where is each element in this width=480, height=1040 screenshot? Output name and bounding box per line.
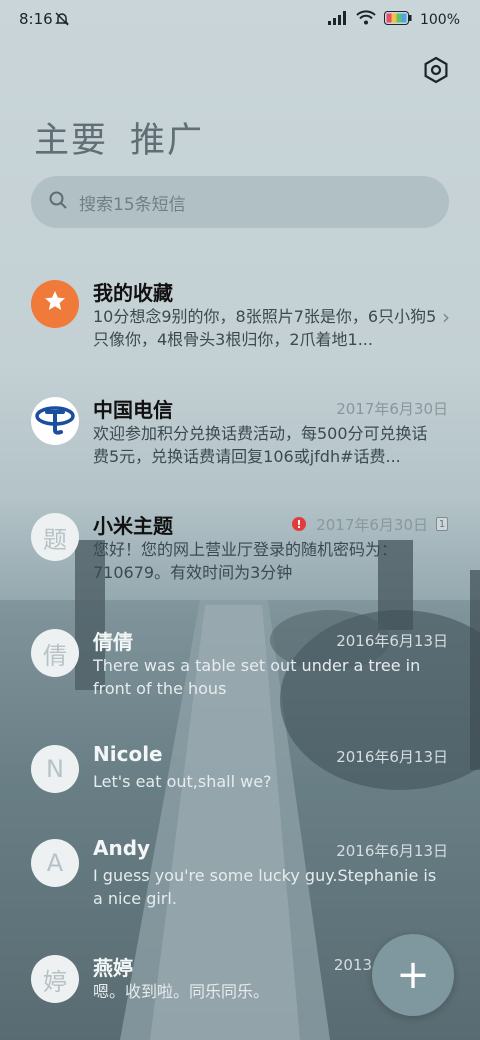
message-date: 2016年6月13日	[336, 748, 448, 766]
sim-badge: 1	[436, 517, 448, 531]
plus-icon: +	[396, 952, 430, 998]
avatar-text: N	[46, 755, 64, 783]
settings-hexagon-icon	[420, 56, 452, 90]
conversation-china-telecom[interactable]: 中国电信 2017年6月30日 欢迎参加积分兑换话费活动，每500分可兑换话费5…	[0, 394, 480, 494]
chevron-right-icon: ›	[442, 305, 450, 329]
message-preview: 您好！您的网上营业厅登录的随机密码为：710679。有效时间为3分钟	[93, 540, 398, 582]
avatar-text: A	[46, 849, 64, 877]
status-time: 8:16	[19, 10, 53, 28]
contact-name: Nicole	[93, 742, 163, 766]
search-icon	[49, 191, 67, 213]
status-indicators: 100%	[327, 10, 460, 29]
message-preview: 欢迎参加积分兑换话费活动，每500分可兑换话费5元，兑换话费请回复106或jfd…	[93, 424, 428, 466]
message-preview: I guess you're some lucky guy.Stephanie …	[93, 866, 437, 908]
settings-button[interactable]	[420, 54, 452, 86]
folder-tabs: 主要 推广	[34, 112, 204, 163]
message-date: 2017年6月30日	[336, 400, 448, 418]
send-failed-warning-icon: !	[292, 517, 306, 531]
china-telecom-logo-icon	[33, 396, 77, 446]
avatar: N	[31, 745, 79, 793]
search-placeholder: 搜索15条短信	[79, 194, 186, 215]
contact-name: Andy	[93, 836, 151, 860]
avatar: A	[31, 839, 79, 887]
avatar	[31, 280, 79, 328]
contact-name: 我的收藏	[93, 281, 173, 305]
message-date: 2013	[333, 956, 372, 974]
contact-name: 燕婷	[93, 956, 133, 980]
message-date: 2016年6月13日	[336, 632, 448, 650]
conversation-qianqian[interactable]: 倩 倩倩 2016年6月13日 There was a table set ou…	[0, 626, 480, 726]
message-preview: There was a table set out under a tree i…	[93, 656, 421, 698]
tab-promotions[interactable]: 推广	[130, 112, 204, 163]
status-bar: 8:16 100%	[0, 0, 480, 40]
contact-name: 倩倩	[93, 630, 133, 654]
conversation-favorites[interactable]: 我的收藏 10分想念9别的你，8张照片7张是你，6只小狗5只像你，4根骨头3根归…	[0, 277, 480, 377]
conversation-xiaomi-themes[interactable]: 题 小米主题 ! 2017年6月30日 1 您好！您的网上营业厅登录的随机密码为…	[0, 510, 480, 610]
avatar: 题	[31, 513, 79, 561]
conversation-andy[interactable]: A Andy 2016年6月13日 I guess you're some lu…	[0, 836, 480, 936]
avatar-text: 倩	[43, 641, 67, 670]
tab-primary[interactable]: 主要	[34, 112, 108, 163]
star-icon	[43, 289, 67, 319]
signal-icon	[327, 10, 348, 29]
contact-name: 小米主题	[93, 514, 173, 538]
message-preview: 10分想念9别的你，8张照片7张是你，6只小狗5只像你，4根骨头3根归你，2爪着…	[93, 307, 437, 349]
new-message-button[interactable]: +	[372, 934, 454, 1016]
message-date: 2016年6月13日	[336, 842, 448, 860]
wifi-icon	[356, 10, 376, 29]
message-preview: Let's eat out,shall we?	[93, 772, 272, 791]
message-date: 2017年6月30日	[316, 516, 428, 534]
avatar	[31, 397, 79, 445]
avatar-text: 题	[43, 525, 67, 554]
mute-bell-icon	[54, 11, 70, 31]
battery-icon	[383, 10, 412, 29]
avatar-text: 婷	[43, 967, 67, 996]
contact-name: 中国电信	[93, 398, 173, 422]
avatar: 婷	[31, 955, 79, 1003]
conversation-nicole[interactable]: N Nicole 2016年6月13日 Let's eat out,shall …	[0, 742, 480, 842]
avatar: 倩	[31, 629, 79, 677]
battery-percent: 100%	[419, 11, 460, 28]
search-bar[interactable]: 搜索15条短信	[31, 176, 449, 228]
